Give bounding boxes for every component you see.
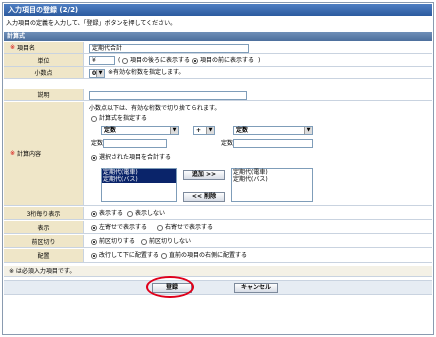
display-label: 表示 <box>4 221 84 233</box>
divider-on[interactable]: 前区切りする <box>91 238 135 246</box>
list-item[interactable]: 定期代(電車) <box>232 169 312 176</box>
explanation-input[interactable] <box>89 91 247 100</box>
radio-icon <box>91 115 97 122</box>
unit-option-after[interactable]: 項目の後ろに表示する <box>122 57 190 65</box>
display-right[interactable]: 右寄せで表示する <box>157 224 213 232</box>
row-divider: 前区切り 前区切りする 前区切りしない <box>4 235 432 248</box>
chevron-down-icon: ▼ <box>304 127 312 134</box>
thousands-hide[interactable]: 表示しない <box>127 210 165 218</box>
instruction-text: 入力項目の定義を入力して、「登録」ボタンを押してください。 <box>6 20 177 27</box>
explanation-label: 説明 <box>4 89 84 100</box>
decimal-hint: ※有効な桁数を指定します。 <box>108 69 185 76</box>
row-item-name: ※ 項目名 定期代合計 <box>4 42 432 54</box>
item-name-label: ※ 項目名 <box>4 42 84 53</box>
chevron-down-icon: ▼ <box>96 70 104 77</box>
calc-note: 小数点以下は、有効な桁数で切り捨てられます。 <box>89 105 221 112</box>
row-decimal: 小数点 0 ▼ ※有効な桁数を指定します。 <box>4 67 432 79</box>
unit-label: 単位 <box>4 54 84 66</box>
decimal-label: 小数点 <box>4 67 84 78</box>
constant-left-input[interactable] <box>103 139 167 148</box>
decimal-select[interactable]: 0 ▼ <box>89 69 105 78</box>
divider-label: 前区切り <box>4 235 84 247</box>
unit-paren-open: ( <box>118 57 121 64</box>
layout-below[interactable]: 改行して下に配置する <box>91 252 159 260</box>
operand-right-select[interactable]: 定数 ▼ <box>233 126 313 135</box>
button-bar: 登録 キャンセル <box>4 280 432 295</box>
required-mark: ※ <box>10 150 16 157</box>
display-left[interactable]: 左寄せで表示する <box>91 224 147 232</box>
operator-select[interactable]: + ▼ <box>193 126 215 135</box>
radio-selected-icon <box>91 238 97 245</box>
layout-label: 配置 <box>4 249 84 262</box>
available-items-list[interactable]: 定期代(電車) 定期代(バス) <box>101 168 177 202</box>
thousands-label: 3桁毎り表示 <box>4 207 84 219</box>
radio-icon <box>161 252 167 259</box>
list-item[interactable]: 定期代(電車) <box>102 169 176 176</box>
calc-label-text: 計算内容 <box>17 151 42 158</box>
calc-label: ※ 計算内容 <box>4 102 84 205</box>
radio-selected-icon <box>91 154 97 161</box>
radio-icon <box>127 210 133 217</box>
radio-icon <box>141 238 147 245</box>
item-name-label-text: 項目名 <box>17 45 36 52</box>
radio-selected-icon <box>192 57 198 64</box>
calc-option-formula[interactable]: 計算式を指定する <box>91 115 147 123</box>
operand-left-select[interactable]: 定数 ▼ <box>101 126 179 135</box>
selected-items-list[interactable]: 定期代(電車) 定期代(バス) <box>231 168 313 202</box>
row-layout: 配置 改行して下に配置する 直前の項目の右側に配置する <box>4 249 432 263</box>
row-explanation: 説明 <box>4 89 432 101</box>
radio-icon <box>122 57 128 64</box>
radio-selected-icon <box>91 252 97 259</box>
remove-button[interactable]: << 削除 <box>183 192 225 202</box>
unit-option-before[interactable]: 項目の前に表示する <box>192 57 254 65</box>
layout-right[interactable]: 直前の項目の右側に配置する <box>161 252 247 260</box>
section-header: 計算式 <box>4 32 432 41</box>
list-item[interactable]: 定期代(バス) <box>102 176 176 183</box>
chevron-down-icon: ▼ <box>206 127 214 134</box>
calc-option-sum[interactable]: 選択された項目を合計する <box>91 154 171 162</box>
row-display: 表示 左寄せで表示する 右寄せで表示する <box>4 221 432 234</box>
radio-selected-icon <box>91 210 97 217</box>
page-title: 入力項目の登録 (2/2) <box>4 4 432 16</box>
radio-selected-icon <box>91 224 97 231</box>
required-mark: ※ <box>10 44 16 51</box>
chevron-down-icon: ▼ <box>170 127 178 134</box>
row-thousands: 3桁毎り表示 表示する 表示しない <box>4 207 432 220</box>
divider-off[interactable]: 前区切りしない <box>141 238 191 246</box>
row-unit: 単位 ¥ ( 項目の後ろに表示する 項目の前に表示する ) <box>4 54 432 67</box>
unit-paren-close: ) <box>258 57 261 64</box>
thousands-show[interactable]: 表示する <box>91 210 123 218</box>
constant-right-input[interactable] <box>233 139 313 148</box>
add-button[interactable]: 追加 >> <box>183 170 225 180</box>
radio-icon <box>157 224 163 231</box>
list-item[interactable]: 定期代(バス) <box>232 176 312 183</box>
highlight-circle <box>146 276 194 298</box>
unit-input[interactable]: ¥ <box>89 56 115 65</box>
row-calc: ※ 計算内容 小数点以下は、有効な桁数で切り捨てられます。 計算式を指定する 定… <box>4 102 432 206</box>
required-note: ※ は必須入力項目です。 <box>4 266 432 277</box>
cancel-button[interactable]: キャンセル <box>234 283 278 293</box>
item-name-input[interactable]: 定期代合計 <box>89 44 249 53</box>
